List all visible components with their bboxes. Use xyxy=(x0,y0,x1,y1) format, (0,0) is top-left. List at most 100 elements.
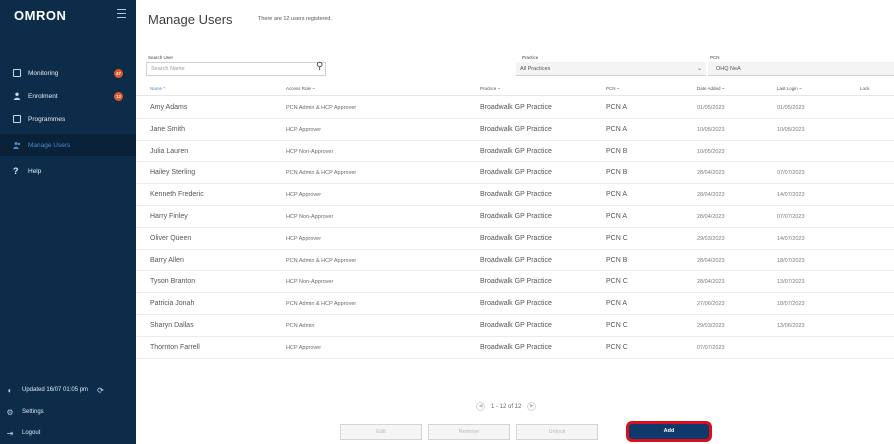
sidebar-item-label: Enrolment xyxy=(28,92,58,100)
column-header-pcn[interactable]: PCN ~ xyxy=(606,86,619,91)
column-header-practice[interactable]: Practice ~ xyxy=(480,86,500,91)
cell-date-added: 10/05/2023 xyxy=(697,148,725,155)
add-user-button[interactable]: Add xyxy=(626,421,712,442)
table-row[interactable]: Jane Smith HCP Approver Broadwalk GP Pract… xyxy=(136,119,894,141)
column-header-lock: Lock xyxy=(860,86,870,91)
cell-name: Tyson Branton xyxy=(150,278,196,286)
cell-access-role: PCN Admin xyxy=(286,323,315,329)
cell-date-added: 27/06/2023 xyxy=(697,301,725,308)
remove-button[interactable]: Remove xyxy=(428,424,510,440)
cell-last-login: 18/07/2023 xyxy=(777,257,805,264)
logout-link[interactable]: ⇥ Logout xyxy=(0,423,136,443)
column-header-access-role[interactable]: Access Role ~ xyxy=(286,86,315,91)
table-row[interactable]: Hailey Sterling PCN Admin & HCP Approver B… xyxy=(136,162,894,185)
prev-page-button[interactable]: ◀ xyxy=(476,402,485,411)
next-page-button[interactable]: ▶ xyxy=(527,402,537,411)
cell-date-added: 28/04/2023 xyxy=(697,279,725,286)
cell-last-login: 07/07/2023 xyxy=(777,214,805,220)
cell-pcn: PCN B xyxy=(606,169,628,177)
refresh-icon[interactable]: ⟳ xyxy=(97,386,104,395)
sidebar-item-label: Programmes xyxy=(28,115,66,123)
settings-link[interactable]: ⚙ Settings xyxy=(0,402,136,422)
cell-access-role: PCN Admin & HCP Approver xyxy=(286,257,357,264)
cell-name: Hailey Sterling xyxy=(150,169,196,177)
last-updated-text: Updated 16/07 01:05 pm xyxy=(22,387,89,393)
cell-name: Barry Allen xyxy=(150,256,184,264)
page-title: Manage Users xyxy=(148,12,233,27)
sidebar-item-programmes[interactable]: Programmes xyxy=(0,108,136,130)
practice-select[interactable]: All Practices ⌄ xyxy=(516,62,706,76)
main-content: Manage Users There are 12 users register… xyxy=(136,0,894,444)
table-row[interactable]: Tyson Branton HCP Non-Approver Broadwalk G… xyxy=(136,271,894,294)
column-header-name[interactable]: Name ^ xyxy=(150,86,165,91)
edit-button[interactable]: Edit xyxy=(340,424,422,440)
pagination: ◀ 1 - 12 of 12 ▶ xyxy=(470,402,542,411)
sidebar-item-manage-users[interactable]: Manage Users xyxy=(0,134,136,156)
cell-last-login: 07/07/2023 xyxy=(777,170,805,177)
cell-practice: Broadwalk GP Practice xyxy=(480,191,552,199)
cell-date-added: 01/05/2023 xyxy=(697,105,725,111)
sidebar-item-label: Help xyxy=(28,167,42,175)
cell-practice: Broadwalk GP Practice xyxy=(480,125,552,133)
cell-access-role: HCP Non-Approver xyxy=(286,214,334,220)
cell-name: Amy Adams xyxy=(150,104,188,111)
unlock-button[interactable]: Unlock xyxy=(516,424,598,440)
search-input[interactable]: Search Name xyxy=(146,62,326,76)
table-row[interactable]: Patricia Jonah PCN Admin & HCP Approver Br… xyxy=(136,293,894,315)
table-row[interactable]: Kenneth Frederic HCP Approver Broadwalk GP… xyxy=(136,184,894,206)
cell-date-added: 28/04/2023 xyxy=(697,257,725,264)
table-row[interactable]: Sharyn Dallas PCN Admin Broadwalk GP Pract… xyxy=(136,315,894,337)
cell-last-login: 14/07/2023 xyxy=(777,192,805,199)
column-header-date-added[interactable]: Date Added ~ xyxy=(697,86,724,91)
cell-date-added: 28/04/2023 xyxy=(697,214,725,220)
table-row[interactable]: Julia Lauren HCP Non-Approver Broadwalk GP… xyxy=(136,141,894,163)
table-row[interactable]: Barry Allen PCN Admin & HCP Approver Broad… xyxy=(136,250,894,272)
cell-pcn: PCN B xyxy=(606,147,628,155)
cell-practice: Broadwalk GP Practice xyxy=(480,234,552,242)
cell-practice: Broadwalk GP Practice xyxy=(480,300,552,308)
cell-practice: Broadwalk GP Practice xyxy=(480,104,552,111)
person-icon xyxy=(13,92,21,100)
cell-practice: Broadwalk GP Practice xyxy=(480,343,552,351)
cell-access-role: HCP Approver xyxy=(286,235,322,242)
sidebar-item-label: Manage Users xyxy=(28,141,71,149)
cell-date-added: 07/07/2023 xyxy=(697,344,725,351)
search-icon[interactable]: ⚲ xyxy=(316,61,323,72)
cell-practice: Broadwalk GP Practice xyxy=(480,322,552,329)
cell-date-added: 29/03/2023 xyxy=(697,323,725,329)
sidebar-item-label: Monitoring xyxy=(28,69,59,77)
notification-badge: 47 xyxy=(114,68,123,78)
table-row[interactable]: Harry Finley HCP Non-Approver Broadwalk GP… xyxy=(136,206,894,228)
cell-date-added: 10/05/2023 xyxy=(697,126,725,133)
cell-pcn: PCN A xyxy=(606,300,628,308)
pcn-input[interactable]: OHQ NeA xyxy=(708,62,894,76)
cell-practice: Broadwalk GP Practice xyxy=(480,169,552,177)
sidebar-item-help[interactable]: ? Help xyxy=(0,160,136,182)
sidebar: OMRON Monitoring 47 Enrolment 12 Program… xyxy=(0,0,136,444)
logout-icon: ⇥ xyxy=(6,428,14,438)
cell-name: Oliver Queen xyxy=(150,234,192,242)
cell-name: Sharyn Dallas xyxy=(150,322,194,329)
cell-access-role: HCP Approver xyxy=(286,126,322,133)
cell-practice: Broadwalk GP Practice xyxy=(480,213,552,220)
cell-pcn: PCN C xyxy=(606,343,628,351)
column-header-last-login[interactable]: Last Login ~ xyxy=(777,86,802,91)
cell-pcn: PCN A xyxy=(606,125,628,133)
sidebar-item-enrolment[interactable]: Enrolment 12 xyxy=(0,85,136,107)
sidebar-item-monitoring[interactable]: Monitoring 47 xyxy=(0,62,136,84)
chevron-down-icon: ⌄ xyxy=(696,66,702,72)
settings-label: Settings xyxy=(22,409,44,415)
menu-icon[interactable] xyxy=(117,9,126,18)
table-row[interactable]: Thornton Farrell HCP Approver Broadwalk GP… xyxy=(136,337,894,359)
table-header: Name ^ Access Role ~ Practice ~ PCN ~ Da… xyxy=(136,82,894,96)
cell-name: Patricia Jonah xyxy=(150,300,195,308)
cell-pcn: PCN C xyxy=(606,322,628,329)
table-row[interactable]: Oliver Queen HCP Approver Broadwalk GP Pra… xyxy=(136,228,894,250)
cell-name: Kenneth Frederic xyxy=(150,191,204,199)
cell-name: Harry Finley xyxy=(150,213,188,220)
cell-name: Jane Smith xyxy=(150,125,186,133)
cell-access-role: PCN Admin & HCP Approver xyxy=(286,170,357,177)
cell-access-role: HCP Non-Approver xyxy=(286,148,334,155)
table-row[interactable]: Amy Adams PCN Admin & HCP Approver Broadwa… xyxy=(136,97,894,119)
cell-practice: Broadwalk GP Practice xyxy=(480,278,552,286)
